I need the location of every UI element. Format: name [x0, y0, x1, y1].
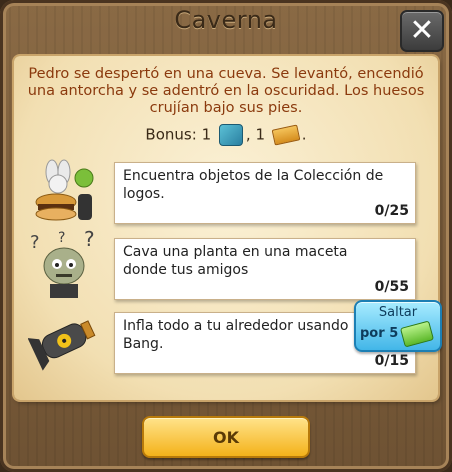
skip-cost: por 5 — [360, 326, 399, 341]
task-text-1: Encuentra objetos de la Colección de log… — [123, 168, 384, 202]
cash-icon — [399, 320, 435, 348]
task-progress-1: 0/25 — [374, 203, 409, 219]
bonus-line: Bonus: 1 , 1 . — [0, 124, 452, 146]
bonus-end: . — [301, 125, 307, 144]
xp-gem-icon — [218, 124, 243, 146]
task-progress-3: 0/15 — [374, 353, 409, 369]
dialog-title: Caverna — [174, 6, 278, 34]
task-card-1: Encuentra objetos de la Colección de log… — [114, 162, 416, 224]
svg-text:?: ? — [30, 232, 40, 253]
close-button[interactable]: ✕ — [400, 10, 444, 52]
quest-description: Pedro se despertó en una cueva. Se levan… — [27, 66, 425, 116]
dialog-frame: Caverna ✕ Pedro se despertó en una cueva… — [0, 0, 452, 472]
svg-text:?: ? — [58, 230, 65, 246]
skip-button[interactable]: Saltar por 5 — [354, 300, 442, 352]
bonus-label: Bonus: — [145, 125, 197, 144]
close-icon: ✕ — [409, 13, 435, 48]
task-text-2: Cava una planta en una maceta donde tus … — [123, 244, 348, 278]
svg-text:?: ? — [84, 228, 95, 251]
task-progress-2: 0/55 — [374, 279, 409, 295]
skip-label: Saltar — [378, 305, 418, 320]
zombie-icon: ? ? ? — [28, 227, 104, 298]
bonus-separator: , — [245, 125, 251, 144]
bonus-qty-2: 1 — [255, 125, 265, 144]
collection-items-icon — [28, 158, 104, 226]
bang-bomb-icon — [27, 308, 104, 376]
task-text-3: Infla todo a tu alrededor usando los Ban… — [123, 318, 373, 352]
ticket-icon — [271, 124, 301, 146]
ok-button[interactable]: OK — [142, 416, 310, 458]
bonus-qty-1: 1 — [201, 125, 212, 144]
task-card-2: Cava una planta en una maceta donde tus … — [114, 238, 416, 300]
